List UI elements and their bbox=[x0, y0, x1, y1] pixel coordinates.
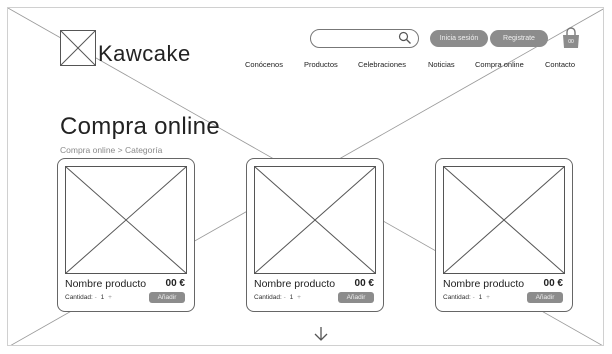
quantity-stepper: Cantidad: - 1 + bbox=[65, 294, 112, 301]
quantity-value[interactable]: 1 bbox=[479, 294, 483, 301]
logo-text[interactable]: Kawcake bbox=[98, 41, 191, 67]
shopping-bag-icon[interactable] bbox=[560, 26, 582, 50]
product-card: Nombre producto 00 € Cantidad: - 1 + Aña… bbox=[435, 158, 573, 312]
product-card: Nombre producto 00 € Cantidad: - 1 + Aña… bbox=[57, 158, 195, 312]
quantity-increment-button[interactable]: + bbox=[297, 294, 301, 301]
product-price: 00 € bbox=[165, 278, 185, 289]
product-card: Nombre producto 00 € Cantidad: - 1 + Aña… bbox=[246, 158, 384, 312]
quantity-increment-button[interactable]: + bbox=[486, 294, 490, 301]
quantity-increment-button[interactable]: + bbox=[108, 294, 112, 301]
add-to-cart-button[interactable]: Añadir bbox=[338, 292, 374, 303]
quantity-label: Cantidad: bbox=[254, 294, 282, 301]
cart-count: 00 bbox=[568, 39, 574, 45]
quantity-value[interactable]: 1 bbox=[290, 294, 294, 301]
nav-item-noticias[interactable]: Noticias bbox=[428, 60, 455, 69]
nav-item-conocenos[interactable]: Conócenos bbox=[245, 60, 283, 69]
quantity-label: Cantidad: bbox=[65, 294, 93, 301]
product-name[interactable]: Nombre producto bbox=[443, 278, 524, 290]
page-title: Compra online bbox=[60, 113, 220, 140]
quantity-label: Cantidad: bbox=[443, 294, 471, 301]
product-name[interactable]: Nombre producto bbox=[65, 278, 146, 290]
quantity-decrement-button[interactable]: - bbox=[473, 294, 475, 301]
nav-item-celebraciones[interactable]: Celebraciones bbox=[358, 60, 406, 69]
quantity-decrement-button[interactable]: - bbox=[95, 294, 97, 301]
login-button[interactable]: Inicia sesión bbox=[430, 30, 488, 47]
product-price: 00 € bbox=[354, 278, 374, 289]
product-image-placeholder[interactable] bbox=[254, 166, 376, 274]
wireframe-page: Kawcake Inicia sesión Registrate 00 Conó… bbox=[7, 7, 604, 346]
nav-item-productos[interactable]: Productos bbox=[304, 60, 338, 69]
add-to-cart-button[interactable]: Añadir bbox=[527, 292, 563, 303]
nav-item-contacto[interactable]: Contacto bbox=[545, 60, 575, 69]
arrow-down-icon[interactable] bbox=[314, 326, 328, 342]
register-button[interactable]: Registrate bbox=[490, 30, 548, 47]
quantity-stepper: Cantidad: - 1 + bbox=[443, 294, 490, 301]
product-price: 00 € bbox=[543, 278, 563, 289]
quantity-decrement-button[interactable]: - bbox=[284, 294, 286, 301]
breadcrumb[interactable]: Compra online > Categoría bbox=[60, 145, 162, 155]
product-image-placeholder[interactable] bbox=[443, 166, 565, 274]
product-name[interactable]: Nombre producto bbox=[254, 278, 335, 290]
quantity-stepper: Cantidad: - 1 + bbox=[254, 294, 301, 301]
add-to-cart-button[interactable]: Añadir bbox=[149, 292, 185, 303]
product-image-placeholder[interactable] bbox=[65, 166, 187, 274]
logo-image-placeholder[interactable] bbox=[60, 30, 96, 66]
search-input[interactable] bbox=[310, 29, 419, 48]
search-icon[interactable] bbox=[398, 31, 412, 45]
quantity-value[interactable]: 1 bbox=[101, 294, 105, 301]
nav-item-compra-online[interactable]: Compra online bbox=[475, 60, 524, 69]
